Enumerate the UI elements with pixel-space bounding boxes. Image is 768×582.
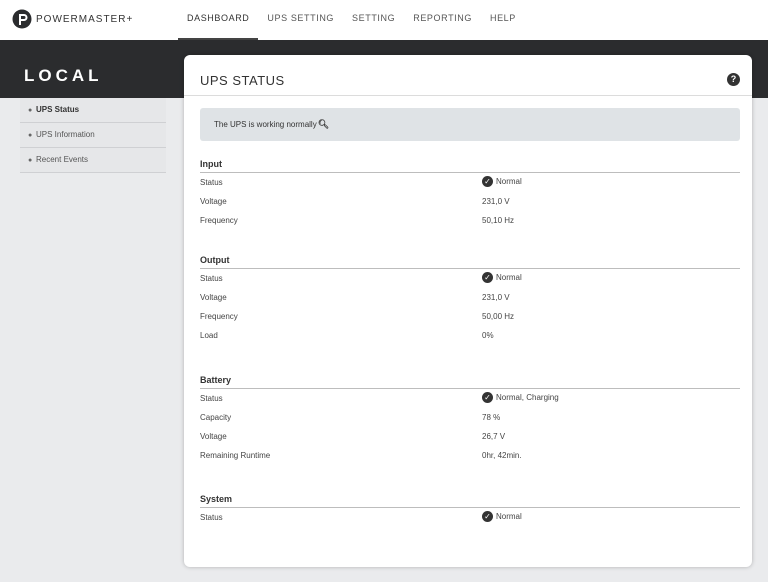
brand-name: POWERMASTER+ <box>36 13 134 25</box>
row-label: Status <box>200 274 223 283</box>
battery-capacity-row: Capacity 78 % <box>200 408 740 427</box>
output-frequency-row: Frequency 50,00 Hz <box>200 307 740 326</box>
system-status-row: Status ✓ Normal <box>200 508 740 527</box>
section-title: Input <box>200 157 740 173</box>
row-value: 50,00 Hz <box>482 312 515 321</box>
system-section: System Status ✓ Normal <box>200 492 740 527</box>
status-text: Normal <box>496 273 522 282</box>
ups-status-panel: UPS STATUS ? The UPS is working normally… <box>184 55 752 567</box>
row-value: ✓ Normal <box>482 511 522 522</box>
row-value: 231,0 V <box>482 197 510 206</box>
row-label: Voltage <box>200 432 227 441</box>
output-section: Output Status ✓ Normal Voltage 231,0 V Fr… <box>200 253 740 345</box>
battery-section: Battery Status ✓ Normal, Charging Capacit… <box>200 373 740 465</box>
row-value: ✓ Normal <box>482 272 522 283</box>
output-status-row: Status ✓ Normal <box>200 269 740 288</box>
nav-help[interactable]: HELP <box>481 0 525 40</box>
row-value: ✓ Normal, Charging <box>482 392 559 403</box>
nav-setting[interactable]: SETTING <box>343 0 404 40</box>
row-label: Load <box>200 331 218 340</box>
row-label: Frequency <box>200 216 238 225</box>
divider <box>184 95 752 96</box>
input-status-row: Status ✓ Normal <box>200 173 740 192</box>
row-value: 0hr, 42min. <box>482 451 522 460</box>
sidebar-item-label: UPS Status <box>36 105 80 114</box>
row-label: Remaining Runtime <box>200 451 271 460</box>
sidebar-title: LOCAL <box>24 66 103 85</box>
check-circle-icon: ✓ <box>482 272 493 283</box>
sidebar-item-recent-events[interactable]: ● Recent Events <box>20 148 166 173</box>
row-value: 231,0 V <box>482 293 510 302</box>
panel-title: UPS STATUS <box>200 73 285 88</box>
row-label: Capacity <box>200 413 232 422</box>
row-label: Voltage <box>200 293 227 302</box>
status-banner-text: The UPS is working normally <box>214 120 317 129</box>
status-text: Normal <box>496 512 522 521</box>
row-value: 0% <box>482 331 494 340</box>
check-circle-icon: ✓ <box>482 176 493 187</box>
output-load-row: Load 0% <box>200 326 740 345</box>
nav-dashboard[interactable]: DASHBOARD <box>178 0 259 40</box>
row-value: 50,10 Hz <box>482 216 515 225</box>
sidebar-item-ups-status[interactable]: ● UPS Status <box>20 98 166 123</box>
status-text: Normal, Charging <box>496 393 559 402</box>
section-title: System <box>200 492 740 508</box>
status-banner: The UPS is working normally🔍︎ <box>200 108 740 141</box>
row-label: Status <box>200 178 223 187</box>
output-voltage-row: Voltage 231,0 V <box>200 288 740 307</box>
top-navigation-bar: POWERMASTER+ DASHBOARD UPS SETTING SETTI… <box>0 0 768 40</box>
input-frequency-row: Frequency 50,10 Hz <box>200 211 740 230</box>
sidebar-item-ups-information[interactable]: ● UPS Information <box>20 123 166 148</box>
row-value: 78 % <box>482 413 501 422</box>
powermaster-logo-icon <box>12 9 32 29</box>
section-title: Battery <box>200 373 740 389</box>
sidebar-item-label: Recent Events <box>36 155 89 164</box>
input-section: Input Status ✓ Normal Voltage 231,0 V Fre… <box>200 157 740 230</box>
sidebar-item-label: UPS Information <box>36 130 95 139</box>
row-value: 26,7 V <box>482 432 506 441</box>
row-label: Voltage <box>200 197 227 206</box>
row-label: Status <box>200 513 223 522</box>
status-text: Normal <box>496 177 522 186</box>
battery-status-row: Status ✓ Normal, Charging <box>200 389 740 408</box>
bullet-icon: ● <box>28 157 33 164</box>
check-circle-icon: ✓ <box>482 511 493 522</box>
section-title: Output <box>200 253 740 269</box>
nav-reporting[interactable]: REPORTING <box>404 0 481 40</box>
row-label: Frequency <box>200 312 238 321</box>
main-nav: DASHBOARD UPS SETTING SETTING REPORTING … <box>178 0 525 40</box>
battery-voltage-row: Voltage 26,7 V <box>200 427 740 446</box>
input-voltage-row: Voltage 231,0 V <box>200 192 740 211</box>
sidebar: ● UPS Status ● UPS Information ● Recent Eve… <box>20 98 166 173</box>
row-value: ✓ Normal <box>482 176 522 187</box>
bullet-icon: ● <box>28 132 33 139</box>
nav-ups-setting[interactable]: UPS SETTING <box>258 0 343 40</box>
bullet-icon: ● <box>28 107 33 114</box>
check-circle-icon: ✓ <box>482 392 493 403</box>
brand-logo[interactable]: POWERMASTER+ <box>12 9 133 29</box>
row-label: Status <box>200 394 223 403</box>
battery-runtime-row: Remaining Runtime 0hr, 42min. <box>200 446 740 465</box>
magnifier-icon: 🔍︎ <box>317 119 330 129</box>
help-icon[interactable]: ? <box>727 73 740 86</box>
